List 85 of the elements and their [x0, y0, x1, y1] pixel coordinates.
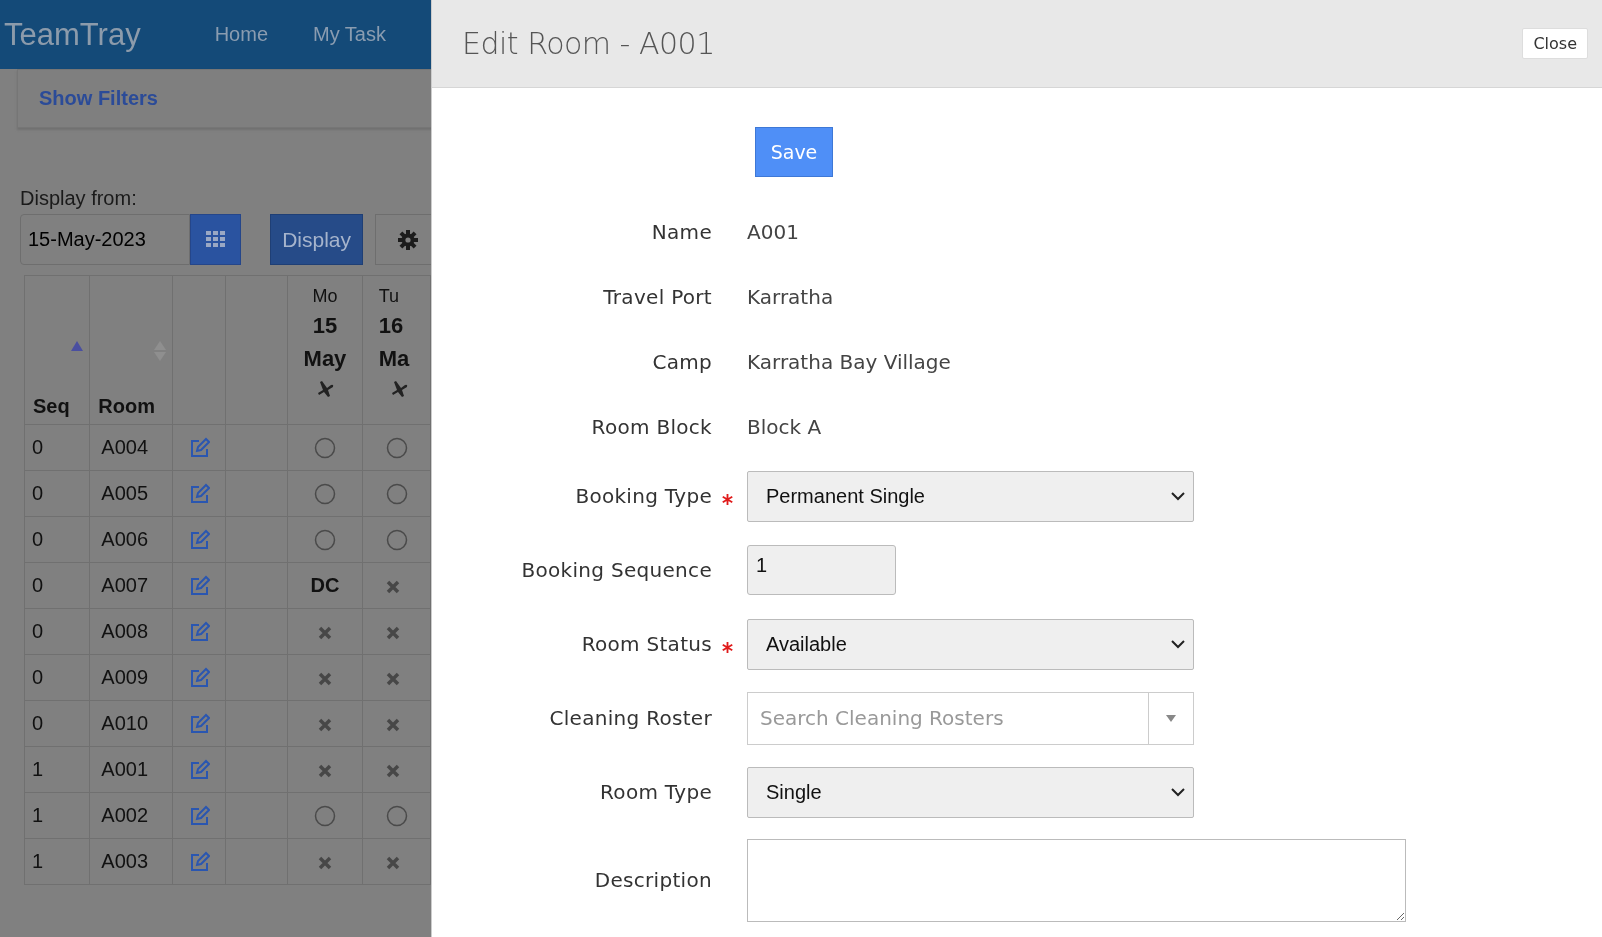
select-field[interactable]: Available — [747, 618, 1194, 670]
field-label: Cleaning Roster — [548, 706, 712, 730]
edit-icon[interactable] — [188, 713, 211, 736]
field-label: Name — [650, 219, 712, 244]
sort-ascending-icon[interactable] — [71, 341, 84, 351]
save-button[interactable]: Save — [755, 127, 833, 177]
calendar-grid-icon — [206, 231, 226, 248]
chevron-down-icon — [1171, 491, 1185, 501]
table-cell: A007 — [101, 574, 149, 596]
field-label: Description — [593, 867, 712, 892]
display-button[interactable]: Display — [270, 214, 363, 265]
booking-code: DC — [310, 574, 340, 596]
table-cell: A004 — [101, 436, 149, 458]
field-label: Room Status — [580, 632, 712, 656]
field-value: Karratha Bay Village — [747, 349, 951, 374]
table-cell: A001 — [101, 758, 149, 780]
table-cell: A008 — [101, 620, 149, 642]
edit-icon[interactable] — [188, 805, 211, 828]
brand-logo[interactable]: TeamTray — [0, 16, 215, 53]
table-cell: 1 — [32, 850, 44, 872]
column-header[interactable]: Room — [98, 395, 172, 418]
day-number: 15 — [311, 313, 339, 339]
close-button[interactable]: Close — [1522, 28, 1588, 59]
field-label: Booking Sequence — [520, 558, 712, 582]
display-from-label: Display from: — [20, 187, 137, 210]
field-label: Room Type — [599, 780, 712, 804]
edit-icon[interactable] — [188, 667, 211, 690]
nav-link[interactable]: My Task — [313, 23, 386, 46]
empty-circle-icon[interactable] — [385, 437, 408, 460]
table-cell: A006 — [101, 528, 149, 550]
dialog-title: Edit Room - A001 — [462, 26, 715, 61]
dropdown-arrow-icon — [1166, 714, 1176, 722]
field-label: Room Block — [590, 414, 712, 439]
field-label: Booking Type — [574, 484, 712, 508]
edit-icon[interactable] — [188, 759, 211, 782]
month-label: May — [302, 346, 348, 372]
empty-circle-icon[interactable] — [313, 529, 336, 552]
date-field[interactable]: 15-May-2023 — [20, 214, 190, 265]
table-cell: 1 — [32, 804, 44, 826]
calendar-button[interactable] — [190, 214, 242, 265]
table-cell: 0 — [32, 620, 44, 642]
empty-circle-icon[interactable] — [385, 483, 408, 506]
column-header[interactable]: Seq — [33, 395, 90, 418]
settings-button[interactable] — [374, 214, 431, 265]
input-field[interactable]: 1 — [747, 545, 896, 595]
field-label: Camp — [651, 349, 712, 374]
table-cell: 1 — [32, 758, 44, 780]
empty-circle-icon[interactable] — [313, 437, 336, 460]
day-number: 16 — [378, 313, 405, 339]
empty-circle-icon[interactable] — [385, 805, 408, 828]
table-cell: 0 — [32, 574, 44, 596]
table-cell: A005 — [101, 482, 149, 504]
table-cell: 0 — [32, 528, 44, 550]
weekday-label: Mo — [311, 286, 339, 307]
text-area[interactable] — [747, 839, 1406, 922]
table-cell: 0 — [32, 482, 44, 504]
table-cell: 0 — [32, 666, 44, 688]
edit-icon[interactable] — [188, 621, 211, 644]
empty-circle-icon[interactable] — [385, 529, 408, 552]
nav-link[interactable]: Home — [214, 23, 268, 46]
empty-circle-icon[interactable] — [313, 483, 336, 506]
table-cell: A009 — [101, 666, 149, 688]
edit-icon[interactable] — [188, 575, 211, 598]
table-cell: 0 — [32, 436, 44, 458]
select-field[interactable]: Permanent Single — [747, 470, 1194, 522]
table-cell: 0 — [32, 712, 44, 734]
month-label: Ma — [378, 346, 411, 372]
dropdown-button[interactable] — [1148, 691, 1194, 745]
empty-circle-icon[interactable] — [313, 805, 336, 828]
field-value: Karratha — [747, 284, 834, 309]
table-cell: A003 — [101, 850, 149, 872]
table-cell: A002 — [101, 804, 149, 826]
table-cell: A010 — [101, 712, 149, 734]
field-label: Travel Port — [602, 284, 712, 309]
search-field[interactable]: Search Cleaning Rosters — [747, 691, 1148, 745]
chevron-down-icon — [1171, 787, 1185, 797]
field-value: Block A — [747, 414, 822, 439]
edit-icon[interactable] — [188, 529, 211, 552]
edit-icon[interactable] — [188, 851, 211, 874]
select-field[interactable]: Single — [747, 766, 1194, 818]
field-value: A001 — [747, 219, 799, 244]
chevron-down-icon — [1171, 639, 1185, 649]
edit-icon[interactable] — [188, 437, 211, 460]
weekday-label: Tu — [378, 286, 400, 307]
edit-icon[interactable] — [188, 483, 211, 506]
